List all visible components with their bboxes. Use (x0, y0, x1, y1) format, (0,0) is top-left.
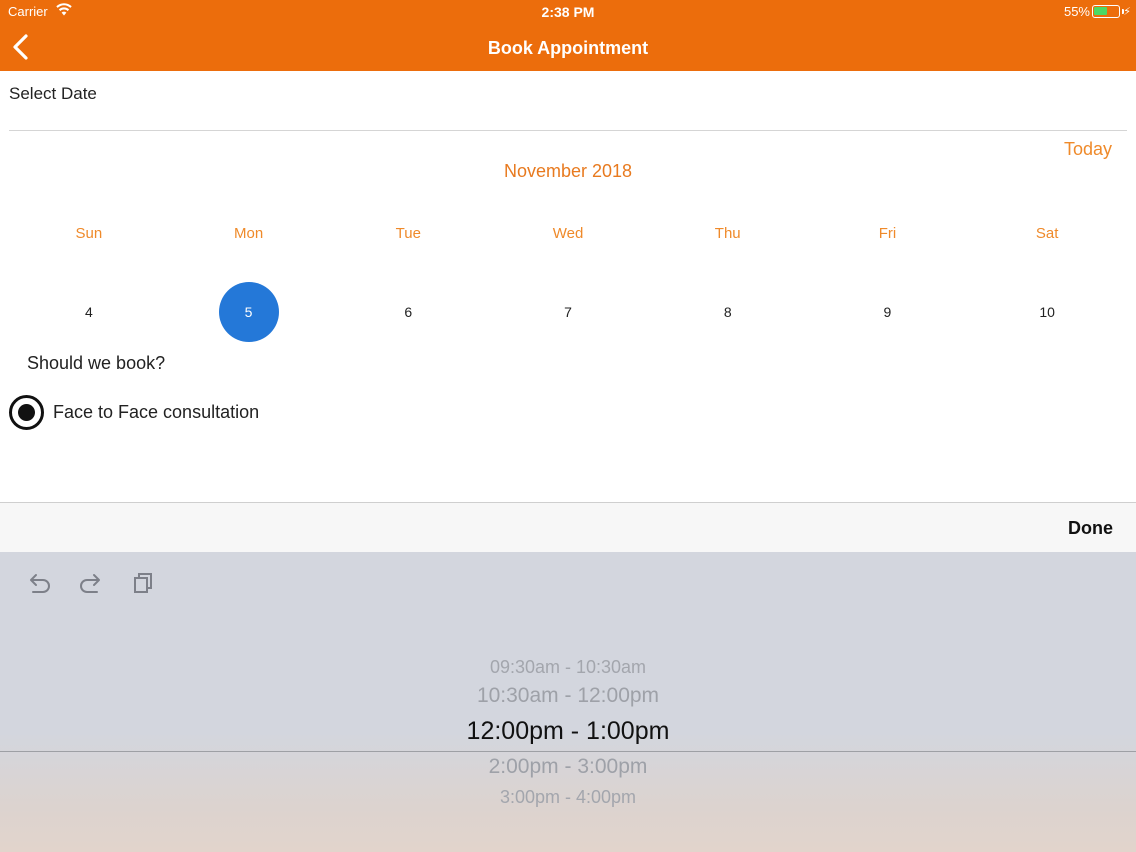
weekday-label: Tue (395, 225, 421, 242)
option-label: Face to Face consultation (53, 401, 260, 422)
weekday-label: Sat (1035, 225, 1059, 242)
day-button-selected[interactable]: 5 (218, 282, 279, 342)
weekday-label: Mon (233, 225, 264, 242)
day-button[interactable]: 4 (59, 282, 119, 342)
calendar-day-selected: 5 (169, 282, 329, 342)
select-date-label: Select Date (9, 84, 97, 103)
time-slot-picker[interactable]: 09:30am - 10:30am 10:30am - 12:00pm 12:0… (0, 649, 1136, 809)
day-button[interactable]: 10 (1017, 282, 1077, 342)
done-button[interactable]: Done (1068, 518, 1113, 539)
charging-bolt-icon: ⚡ (1123, 6, 1131, 18)
weekday-label: Thu (714, 225, 741, 242)
month-title: November 2018 (503, 161, 633, 181)
calendar-day: 8 (648, 282, 808, 342)
day-button[interactable]: 7 (538, 282, 598, 342)
today-button[interactable]: Today (1064, 139, 1112, 160)
picker-area: 09:30am - 10:30am 10:30am - 12:00pm 12:0… (0, 552, 1136, 852)
picker-option-selected[interactable]: 12:00pm - 1:00pm (0, 717, 1136, 746)
weekday-header: Sun Mon Tue Wed Thu Fri Sat (9, 225, 1127, 242)
picker-toolbar: Done (0, 502, 1136, 552)
picker-option[interactable]: 2:00pm - 3:00pm (0, 755, 1136, 779)
weekday-label: Fri (878, 225, 897, 242)
undo-icon[interactable] (26, 571, 52, 595)
redo-icon[interactable] (78, 571, 104, 595)
calendar-week-row: 4 5 6 7 8 9 10 (9, 282, 1127, 342)
picker-option[interactable]: 09:30am - 10:30am (0, 657, 1136, 678)
picker-option[interactable]: 3:00pm - 4:00pm (0, 787, 1136, 808)
battery-percent: 55% (1063, 4, 1090, 19)
day-button[interactable]: 8 (698, 282, 758, 342)
calendar-day: 4 (9, 282, 169, 342)
booking-question: Should we book? (27, 353, 166, 373)
calendar-day: 6 (328, 282, 488, 342)
paste-icon[interactable] (130, 571, 156, 595)
radio-button[interactable] (9, 394, 44, 430)
status-time: 2:38 PM (541, 4, 595, 20)
radio-selected-dot (18, 403, 35, 421)
keyboard-shortcuts (26, 571, 156, 595)
nav-header: Carrier 2:38 PM 55% ⚡ Book Appointment (0, 0, 1136, 71)
picker-option[interactable]: 10:30am - 12:00pm (0, 684, 1136, 708)
day-button[interactable]: 6 (378, 282, 438, 342)
status-bar: Carrier 2:38 PM 55% ⚡ (0, 0, 1136, 24)
divider (9, 130, 1127, 131)
weekday-label: Sun (75, 225, 103, 242)
consultation-option[interactable]: Face to Face consultation (9, 394, 259, 430)
calendar-day: 7 (488, 282, 648, 342)
calendar-day: 9 (808, 282, 968, 342)
battery-icon (1092, 5, 1120, 18)
page-title: Book Appointment (487, 38, 649, 58)
calendar-day: 10 (967, 282, 1127, 342)
day-button[interactable]: 9 (857, 282, 917, 342)
picker-selection-line (0, 751, 1136, 752)
weekday-label: Wed (552, 225, 584, 242)
battery-fill (1094, 7, 1107, 15)
